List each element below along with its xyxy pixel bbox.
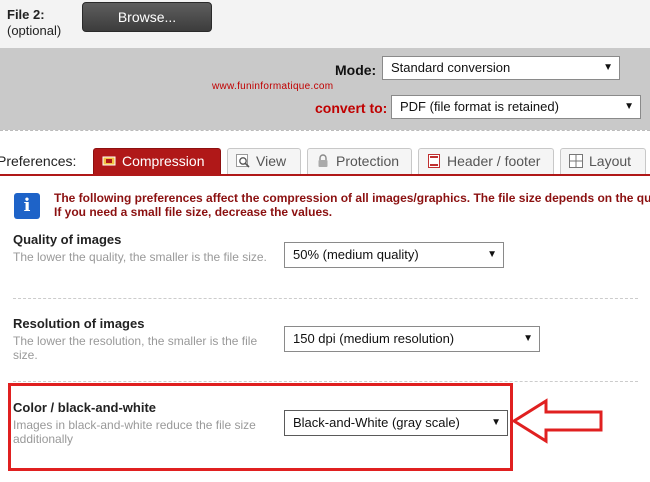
tab-compression[interactable]: Compression xyxy=(93,148,221,174)
info-line-2: If you need a small file size, decrease … xyxy=(54,205,333,219)
tab-protection[interactable]: Protection xyxy=(307,148,412,174)
pointer-arrow-icon xyxy=(512,398,603,444)
resolution-select-value: 150 dpi (medium resolution) xyxy=(293,331,455,346)
document-icon xyxy=(428,154,440,168)
quality-title: Quality of images xyxy=(13,232,122,247)
tab-label: Protection xyxy=(336,153,400,169)
info-message: The following preferences affect the com… xyxy=(54,191,650,219)
preferences-label: Preferences: xyxy=(0,153,77,169)
mode-label: Mode: xyxy=(335,62,377,78)
file2-label-sub: (optional) xyxy=(7,23,62,38)
options-panel: Mode: Standard conversion ▼ www.funinfor… xyxy=(0,48,650,130)
quality-select[interactable]: 50% (medium quality) ▼ xyxy=(284,242,504,268)
grid-icon xyxy=(569,154,583,168)
compression-panel: i The following preferences affect the c… xyxy=(0,176,650,482)
resolution-desc: The lower the resolution, the smaller is… xyxy=(13,334,258,362)
tab-layout[interactable]: Layout xyxy=(560,148,646,174)
quality-setting: Quality of images The lower the quality,… xyxy=(13,232,268,264)
preferences-tabs: Preferences: Compression View Protection… xyxy=(0,136,650,176)
dropdown-arrow-icon: ▼ xyxy=(624,101,634,112)
info-line-1: The following preferences affect the com… xyxy=(54,191,650,205)
lock-icon xyxy=(318,154,328,167)
file2-label-main: File 2: xyxy=(7,7,45,22)
highlight-box xyxy=(8,383,513,471)
divider xyxy=(13,298,638,299)
convert-to-select-value: PDF (file format is retained) xyxy=(400,99,559,114)
tab-label: Header / footer xyxy=(447,153,541,169)
dropdown-arrow-icon: ▼ xyxy=(487,249,497,260)
file2-row: File 2: (optional) Browse... xyxy=(0,0,650,48)
resolution-select[interactable]: 150 dpi (medium resolution) ▼ xyxy=(284,326,540,352)
resolution-setting: Resolution of images The lower the resol… xyxy=(13,316,268,362)
info-icon: i xyxy=(14,193,40,219)
magnifier-icon xyxy=(236,154,250,168)
tab-label: Compression xyxy=(122,153,205,169)
dropdown-arrow-icon: ▼ xyxy=(523,333,533,344)
compression-icon xyxy=(102,156,116,166)
tab-label: View xyxy=(256,153,287,169)
quality-desc: The lower the quality, the smaller is th… xyxy=(13,250,267,264)
mode-select-value: Standard conversion xyxy=(391,60,511,75)
resolution-title: Resolution of images xyxy=(13,316,145,331)
browse-button[interactable]: Browse... xyxy=(82,2,212,32)
mode-select[interactable]: Standard conversion ▼ xyxy=(382,56,620,80)
divider xyxy=(13,381,638,382)
tab-label: Layout xyxy=(589,153,632,169)
file2-label: File 2: (optional) xyxy=(7,7,61,39)
convert-to-label: convert to: xyxy=(315,100,388,116)
tab-view[interactable]: View xyxy=(227,148,301,174)
convert-to-select[interactable]: PDF (file format is retained) ▼ xyxy=(391,95,641,119)
quality-select-value: 50% (medium quality) xyxy=(293,247,419,262)
tab-header-footer[interactable]: Header / footer xyxy=(418,148,554,174)
dropdown-arrow-icon: ▼ xyxy=(603,62,613,73)
divider xyxy=(0,130,650,131)
watermark-text: www.funinformatique.com xyxy=(212,81,334,92)
